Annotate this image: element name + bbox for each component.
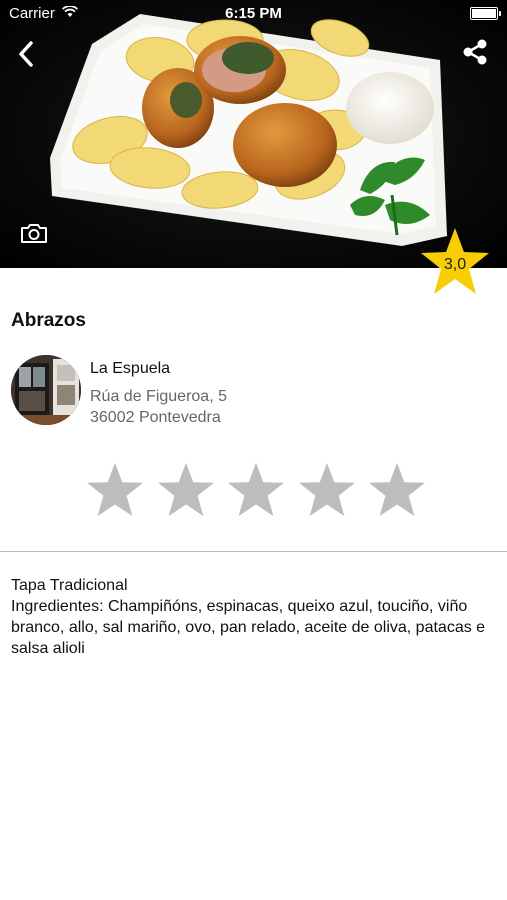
tapa-title: Abrazos xyxy=(11,310,86,331)
status-bar: Carrier 6:15 PM xyxy=(0,0,507,28)
clock: 6:15 PM xyxy=(225,5,282,22)
tapa-ingredients: Ingredientes: Champiñóns, espinacas, que… xyxy=(11,598,486,657)
rating-badge: 3,0 xyxy=(419,226,491,296)
camera-button[interactable] xyxy=(18,220,50,246)
share-button[interactable] xyxy=(457,34,493,70)
venue-address-street: Rúa de Figueroa, 5 xyxy=(90,388,227,405)
rate-star-5-icon[interactable] xyxy=(368,460,426,518)
section-divider xyxy=(0,551,507,552)
chevron-left-icon xyxy=(19,41,33,67)
rate-star-3-icon[interactable] xyxy=(227,460,285,518)
tapa-type: Tapa Tradicional xyxy=(11,577,128,594)
rate-star-1-icon[interactable] xyxy=(86,460,144,518)
battery-icon xyxy=(470,7,501,20)
venue-photo xyxy=(11,355,81,425)
back-button[interactable] xyxy=(8,36,44,72)
rating-value: 3,0 xyxy=(443,256,467,273)
venue-avatar[interactable] xyxy=(11,355,81,425)
share-icon xyxy=(463,39,487,65)
tapa-description: Tapa Tradicional Ingredientes: Champiñón… xyxy=(11,575,497,659)
camera-icon xyxy=(21,224,47,243)
rate-star-2-icon[interactable] xyxy=(157,460,215,518)
venue-name: La Espuela xyxy=(90,360,171,377)
rate-star-4-icon[interactable] xyxy=(298,460,356,518)
user-rating-stars xyxy=(86,460,426,520)
venue-address-city: 36002 Pontevedra xyxy=(90,409,221,426)
venue-card[interactable]: La Espuela Rúa de Figueroa, 5 36002 Pont… xyxy=(11,355,491,427)
